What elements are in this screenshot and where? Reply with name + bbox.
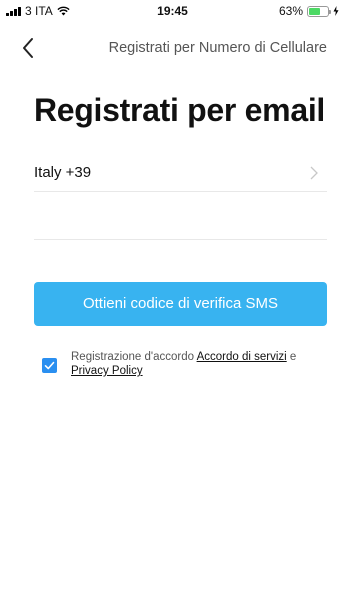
service-agreement-link[interactable]: Accordo di servizi <box>197 351 287 363</box>
page-title: Registrati per email <box>34 92 326 128</box>
charging-icon <box>333 6 339 16</box>
country-selector[interactable]: Italy +39 <box>34 156 327 192</box>
checkmark-icon <box>44 361 55 370</box>
back-button[interactable] <box>18 34 42 62</box>
agreement-text: Registrazione d'accordo Accordo di servi… <box>71 350 327 378</box>
chevron-left-icon <box>23 38 33 58</box>
agreement-connector: e <box>286 351 297 363</box>
battery-fill <box>309 7 321 15</box>
get-sms-code-button[interactable]: Ottieni codice di verifica SMS <box>34 282 327 326</box>
agreement-checkbox[interactable] <box>42 358 57 373</box>
nav-bar: Registrati per Numero di Cellulare <box>0 28 345 68</box>
chevron-right-icon <box>310 166 318 180</box>
email-field-row <box>34 200 327 240</box>
battery-percent: 63% <box>278 4 303 18</box>
status-bar: 3 ITA 19:45 63% <box>0 0 345 20</box>
agreement-prefix: Registrazione d'accordo <box>71 351 197 363</box>
privacy-policy-link[interactable]: Privacy Policy <box>71 365 143 377</box>
battery-icon <box>307 5 331 17</box>
email-field[interactable] <box>34 200 327 239</box>
status-right: 63% <box>279 4 339 18</box>
register-by-phone-link[interactable]: Registrati per Numero di Cellulare <box>109 40 327 56</box>
country-label: Italy +39 <box>34 164 92 181</box>
